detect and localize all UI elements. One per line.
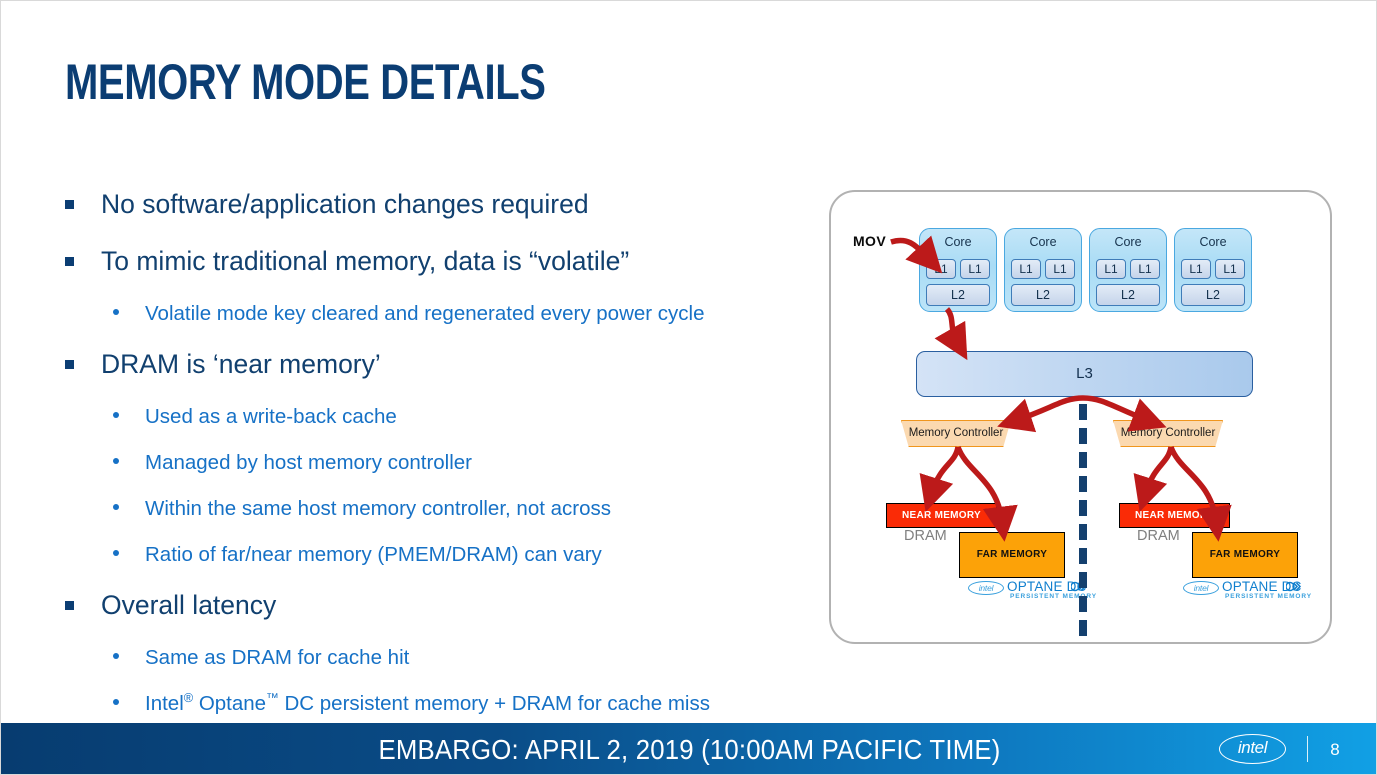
core-label: Core [1029, 235, 1057, 249]
sub-bullet-item: Same as DRAM for cache hit [65, 637, 825, 678]
memory-controller-left: Memory Controller [901, 420, 1011, 447]
sub-bullet-text: Within the same host memory controller, … [145, 497, 611, 520]
optane-tagline: PERSISTENT MEMORY [1225, 593, 1312, 600]
sub-bullet-item: Volatile mode key cleared and regenerate… [65, 293, 825, 334]
optane-logo-right: intel OPTANE DC PERSISTENT MEMORY [1183, 579, 1311, 601]
embargo-notice: EMBARGO: APRIL 2, 2019 (10:00AM PACIFIC … [378, 734, 1001, 765]
bullet-dot-marker [113, 550, 119, 556]
near-memory-right: NEAR MEMORY [1119, 503, 1230, 528]
l3-to-mc-right-arrow [1082, 395, 1167, 432]
core-block-4: Core L1 L1 L2 [1174, 228, 1252, 312]
l1-cache-row: L1 L1 [1011, 259, 1075, 279]
l2-cache: L2 [1096, 284, 1160, 306]
intel-oval-icon: intel [1183, 581, 1219, 595]
bullet-text: Overall latency [101, 590, 277, 620]
far-memory-left: FAR MEMORY [959, 532, 1065, 578]
l1-cache: L1 [1181, 259, 1211, 279]
l2-cache: L2 [1181, 284, 1245, 306]
l3-to-mc-left-arrow [997, 395, 1084, 433]
bullet-square-marker [65, 257, 74, 266]
l1-cache-row: L1 L1 [1181, 259, 1245, 279]
mc-to-near-memory-right-arrow [1133, 446, 1174, 512]
socket-divider-line [1079, 404, 1087, 636]
mov-label: MOV [853, 233, 887, 249]
optane-logo-left: intel OPTANE DC PERSISTENT MEMORY [968, 579, 1096, 601]
l2-cache: L2 [1011, 284, 1075, 306]
far-memory-right: FAR MEMORY [1192, 532, 1298, 578]
l1-cache-row: L1 L1 [1096, 259, 1160, 279]
l2-to-l3-arrow [934, 307, 968, 361]
bullet-square-marker [65, 360, 74, 369]
bullet-dot-marker [113, 653, 119, 659]
sub-bullet-item: Ratio of far/near memory (PMEM/DRAM) can… [65, 534, 825, 575]
l1-cache: L1 [1130, 259, 1160, 279]
sub-bullet-item: Within the same host memory controller, … [65, 488, 825, 529]
core-label: Core [944, 235, 972, 249]
bullet-item: No software/application changes required [65, 179, 825, 230]
sub-bullet-text: Same as DRAM for cache hit [145, 646, 410, 669]
bullet-dot-marker [113, 504, 119, 510]
core-block-2: Core L1 L1 L2 [1004, 228, 1082, 312]
bullet-dot-marker [113, 699, 119, 705]
bullet-text: To mimic traditional memory, data is “vo… [101, 246, 630, 276]
core-block-1: Core L1 L1 L2 [919, 228, 997, 312]
near-memory-left: NEAR MEMORY [886, 503, 997, 528]
intel-logo-icon: intel [1219, 734, 1286, 764]
mc-to-near-memory-left-arrow [919, 446, 961, 512]
memory-controller-label: Memory Controller [1120, 427, 1216, 439]
bullet-dot-marker [113, 412, 119, 418]
intel-oval-icon: intel [968, 581, 1004, 595]
sub-bullet-text: Volatile mode key cleared and regenerate… [145, 302, 705, 325]
sub-bullet-text: Managed by host memory controller [145, 451, 473, 474]
l1-cache: L1 [1215, 259, 1245, 279]
sub-bullet-text: Intel® Optane™ DC persistent memory + DR… [145, 690, 710, 715]
l1-cache: L1 [1096, 259, 1126, 279]
l1-cache-row: L1 L1 [926, 259, 990, 279]
core-label: Core [1114, 235, 1142, 249]
bullet-square-marker [65, 200, 74, 209]
bullet-item: DRAM is ‘near memory’ [65, 339, 825, 390]
core-block-3: Core L1 L1 L2 [1089, 228, 1167, 312]
bullet-square-marker [65, 601, 74, 610]
bullet-list: No software/application changes required… [65, 179, 825, 729]
sub-bullet-item: Used as a write-back cache [65, 396, 825, 437]
memory-controller-right: Memory Controller [1113, 420, 1223, 447]
bullet-item: Overall latency [65, 580, 825, 631]
slide-canvas: MEMORY MODE DETAILS No software/applicat… [0, 0, 1377, 775]
footer-divider [1307, 736, 1308, 762]
footer-banner: EMBARGO: APRIL 2, 2019 (10:00AM PACIFIC … [1, 723, 1376, 774]
l1-cache: L1 [960, 259, 990, 279]
l1-cache: L1 [926, 259, 956, 279]
bullet-text: DRAM is ‘near memory’ [101, 349, 381, 379]
dram-label-right: DRAM [1137, 528, 1180, 544]
bullet-dot-marker [113, 309, 119, 315]
bullet-item: To mimic traditional memory, data is “vo… [65, 236, 825, 287]
sub-bullet-text: Ratio of far/near memory (PMEM/DRAM) can… [145, 543, 602, 566]
sub-bullet-item: Intel® Optane™ DC persistent memory + DR… [65, 683, 825, 724]
dram-label-left: DRAM [904, 528, 947, 544]
page-number: 8 [1330, 740, 1340, 759]
page-title: MEMORY MODE DETAILS [65, 54, 546, 110]
core-label: Core [1199, 235, 1227, 249]
l2-cache: L2 [926, 284, 990, 306]
bullet-text: No software/application changes required [101, 189, 589, 219]
sub-bullet-text: Used as a write-back cache [145, 405, 397, 428]
optane-chevron-icon [1286, 581, 1302, 592]
memory-controller-label: Memory Controller [908, 427, 1004, 439]
bullet-dot-marker [113, 458, 119, 464]
sub-bullet-item: Managed by host memory controller [65, 442, 825, 483]
l1-cache: L1 [1045, 259, 1075, 279]
l3-cache-block: L3 [916, 351, 1253, 397]
architecture-diagram: MOV Core L1 L1 L2 Core L1 L1 L2 Core L1 … [829, 190, 1332, 644]
l1-cache: L1 [1011, 259, 1041, 279]
